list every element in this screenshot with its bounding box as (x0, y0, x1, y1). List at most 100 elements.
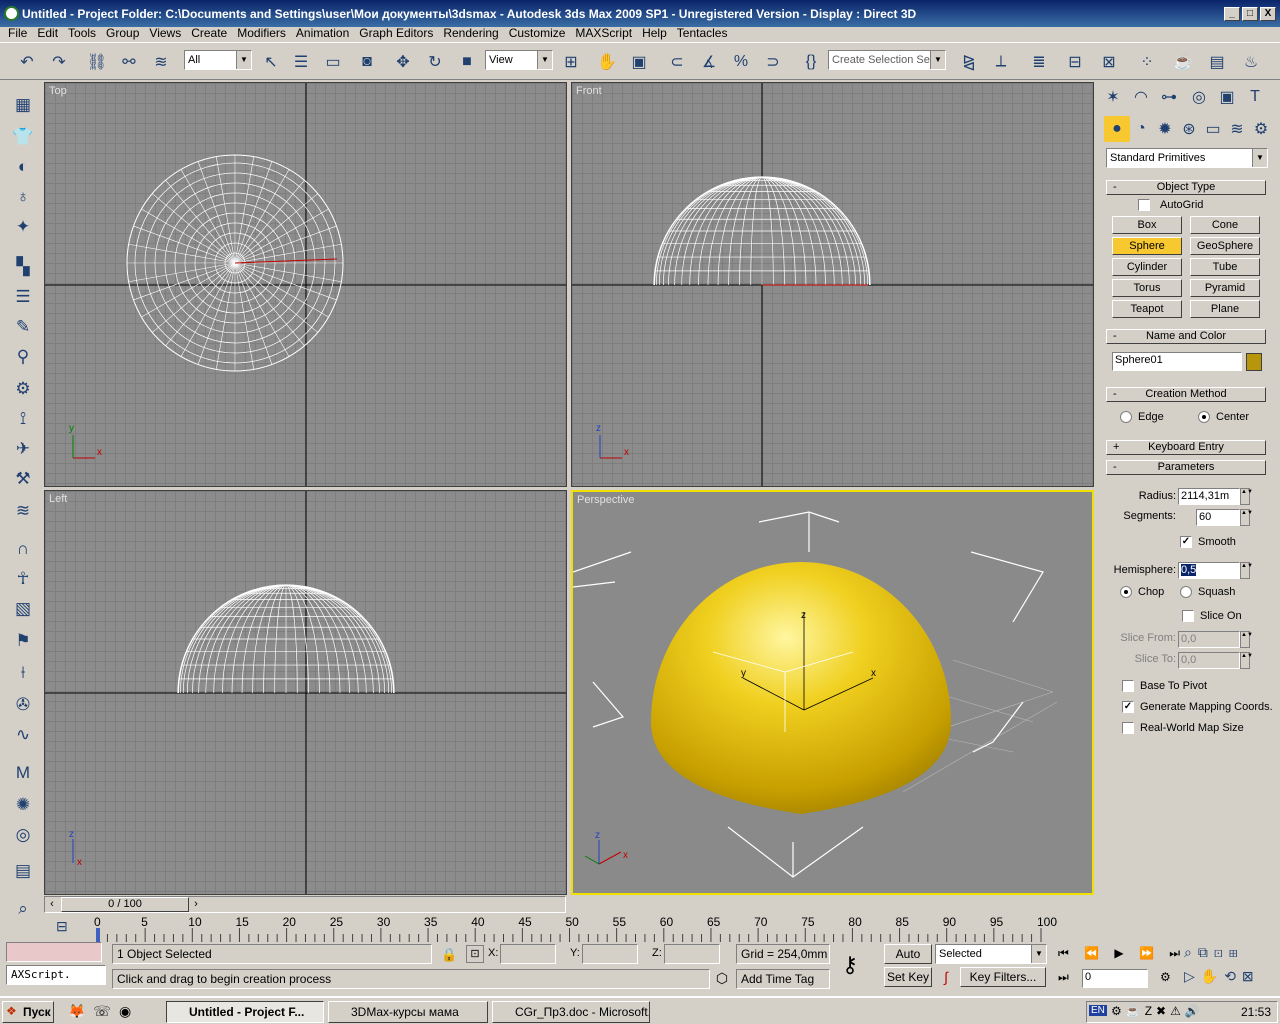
radius-spinner[interactable]: ▲▼ (1240, 488, 1253, 505)
generate-mapping-checkbox[interactable]: ✓ (1122, 701, 1134, 713)
absolute-mode-icon[interactable]: ⊡ (466, 945, 484, 963)
maxscript-mini-listener[interactable] (6, 942, 102, 962)
space-warps-icon[interactable]: ≋ (1224, 116, 1250, 142)
menu-rendering[interactable]: Rendering (439, 26, 504, 40)
menu-customize[interactable]: Customize (505, 26, 572, 40)
lights-icon[interactable]: ✹ (1152, 116, 1178, 142)
lock-icon[interactable]: 🔒 (441, 947, 457, 963)
maxscript-listener-input[interactable]: AXScript. (6, 965, 106, 985)
language-indicator[interactable]: EN (1089, 1005, 1107, 1016)
plane-icon[interactable]: ✈ (10, 436, 36, 462)
gear-icon[interactable]: ⚙ (10, 376, 36, 402)
menu-file[interactable]: File (4, 26, 33, 40)
align-icon[interactable]: ⟂ (988, 49, 1014, 75)
viewport-nav-row1[interactable]: ⌕⧉⊡⊞ (1184, 944, 1244, 961)
window-crossing-icon[interactable]: ◙ (354, 49, 380, 75)
star-icon[interactable]: ✦ (10, 214, 36, 240)
task-3dsmax[interactable]: Untitled - Project F... (166, 1001, 324, 1023)
viewport-top[interactable]: Top x y (44, 82, 567, 487)
box-button[interactable]: Box (1112, 216, 1182, 234)
key-mode-dropdown[interactable]: Selected ▼ (935, 944, 1047, 964)
center-radio[interactable] (1198, 411, 1210, 423)
time-config-icon[interactable]: ⚙ (1160, 970, 1171, 984)
autogrid-checkbox[interactable] (1138, 199, 1150, 211)
schematic-view-icon[interactable]: ⊠ (1096, 49, 1122, 75)
tray-icons[interactable]: ⚙☕Z✖⚠🔊 (1111, 1004, 1204, 1018)
category-dropdown[interactable]: Standard Primitives ▼ (1106, 148, 1268, 168)
rollout-keyboard-entry[interactable]: + Keyboard Entry (1106, 440, 1266, 455)
squash-radio[interactable] (1180, 586, 1192, 598)
chevron-down-icon[interactable]: ▼ (1031, 945, 1046, 963)
magnet-icon[interactable]: ∩ (10, 536, 36, 562)
select-object-icon[interactable]: ↖ (258, 49, 284, 75)
menu-animation[interactable]: Animation (292, 26, 355, 40)
chevron-down-icon[interactable]: ▼ (537, 51, 552, 69)
hammer-icon[interactable]: ⚑ (10, 628, 36, 654)
modify-tab-icon[interactable]: ◠ (1128, 84, 1154, 110)
quick-launch[interactable]: 🦊☏◉ (68, 1003, 139, 1020)
reference-coord-dropdown[interactable]: View ▼ (485, 50, 553, 70)
chevron-down-icon[interactable]: ▼ (930, 51, 945, 69)
menu-modifiers[interactable]: Modifiers (233, 26, 292, 40)
add-time-tag[interactable]: Add Time Tag (736, 969, 830, 989)
current-frame-input[interactable]: 0 (1082, 969, 1148, 988)
torus-button[interactable]: Torus (1112, 279, 1182, 297)
playback-controls[interactable]: ⏮ ⏪ ▶ ⏩ ⏭ (1058, 946, 1186, 961)
helpers-icon[interactable]: ▭ (1200, 116, 1226, 142)
set-key-button[interactable]: Set Key (884, 967, 932, 987)
task-word[interactable]: CGr_Пр3.doc - Microsoft... (492, 1001, 650, 1023)
z-coord-input[interactable] (664, 944, 720, 964)
menu-graph-editors[interactable]: Graph Editors (355, 26, 439, 40)
manipulate-icon[interactable]: ✋ (594, 49, 620, 75)
chevron-left-icon[interactable]: ‹ (45, 897, 59, 912)
slice-from-input[interactable]: 0,0 (1178, 631, 1240, 648)
link-icon[interactable]: ⛓ (84, 49, 110, 75)
key-tangent-icon[interactable]: ∫ (936, 969, 956, 989)
systems-icon[interactable]: ⚙ (1248, 116, 1274, 142)
edge-radio[interactable] (1120, 411, 1132, 423)
cone-button[interactable]: Cone (1190, 216, 1260, 234)
create-tab-icon[interactable]: ✶ (1100, 84, 1126, 110)
slice-on-checkbox[interactable] (1182, 610, 1194, 622)
stack-icon[interactable]: ☰ (10, 284, 36, 310)
sphere-icon[interactable]: ◐ (10, 154, 36, 180)
named-selection-icon[interactable]: {} (798, 49, 824, 75)
pivot-center-icon[interactable]: ⊞ (558, 49, 584, 75)
move-icon[interactable]: ✥ (390, 49, 416, 75)
percent-snap-icon[interactable]: % (728, 49, 754, 75)
menu-tentacles[interactable]: Tentacles (673, 26, 734, 40)
teapot-button[interactable]: Teapot (1112, 300, 1182, 318)
hemisphere-spinner[interactable]: ▲▼ (1240, 562, 1253, 579)
rectangle-selection-icon[interactable]: ▭ (320, 49, 346, 75)
segments-input[interactable]: 60 (1196, 509, 1240, 526)
chevron-down-icon[interactable]: ▼ (236, 51, 251, 69)
y-coord-input[interactable] (582, 944, 638, 964)
cylinder-button[interactable]: Cylinder (1112, 258, 1182, 276)
menu-help[interactable]: Help (638, 26, 673, 40)
time-slider-thumb[interactable]: 0 / 100 (61, 897, 189, 912)
rollout-object-type[interactable]: - Object Type (1106, 180, 1266, 195)
undo-icon[interactable]: ↶ (14, 49, 40, 75)
rope-icon[interactable]: ∿ (10, 722, 36, 748)
figure-icon[interactable]: ☥ (10, 566, 36, 592)
hierarchy-tab-icon[interactable]: ⊶ (1156, 84, 1182, 110)
track-bar-menu-icon[interactable]: ⊟ (56, 918, 68, 935)
cameras-icon[interactable]: ⊛ (1176, 116, 1202, 142)
script-icon[interactable]: ▤ (10, 858, 36, 884)
menu-group[interactable]: Group (102, 26, 145, 40)
pencil-icon[interactable]: ✎ (10, 314, 36, 340)
object-name-input[interactable]: Sphere01 (1112, 352, 1242, 371)
chevron-down-icon[interactable]: ▼ (1252, 149, 1267, 167)
menu-edit[interactable]: Edit (33, 26, 64, 40)
menu-tools[interactable]: Tools (64, 26, 102, 40)
snap-toggle-icon[interactable]: ⊂ (664, 49, 690, 75)
tools-icon[interactable]: ⚒ (10, 466, 36, 492)
viewport-perspective[interactable]: Perspective z y x x z (571, 490, 1094, 895)
max-tshirt-icon[interactable]: M (10, 760, 36, 786)
menu-create[interactable]: Create (187, 26, 233, 40)
render-setup-icon[interactable]: ☕ (1170, 49, 1196, 75)
chop-radio[interactable] (1120, 586, 1132, 598)
slice-from-spinner[interactable]: ▲▼ (1240, 631, 1253, 648)
chevron-right-icon[interactable]: › (189, 897, 203, 912)
key-filters-button[interactable]: Key Filters... (960, 967, 1046, 987)
